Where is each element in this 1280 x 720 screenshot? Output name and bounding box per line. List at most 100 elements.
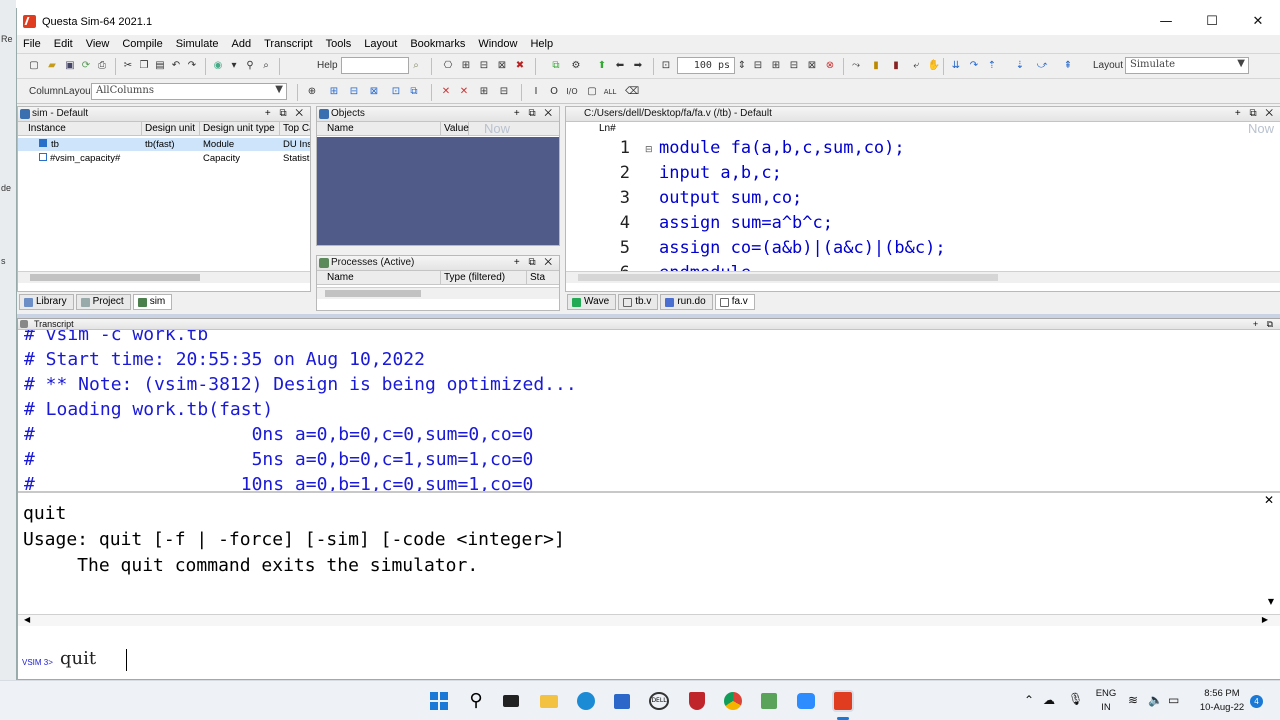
search-icon[interactable]: ⚲ <box>465 690 487 712</box>
tab-project[interactable]: Project <box>75 294 131 310</box>
menu-view[interactable]: View <box>80 38 117 50</box>
save-icon[interactable]: ▣ <box>63 59 77 73</box>
column-type[interactable]: Type (filtered) <box>441 271 527 285</box>
wave-tool-icon[interactable]: ⊠ <box>367 85 381 99</box>
menu-compile[interactable]: Compile <box>116 38 169 50</box>
clock-date[interactable]: 10-Aug-22 <box>1196 702 1248 713</box>
menu-layout[interactable]: Layout <box>358 38 404 50</box>
filter-box-icon[interactable]: ▢ <box>585 85 599 99</box>
menu-simulate[interactable]: Simulate <box>170 38 226 50</box>
column-instance[interactable]: Instance <box>18 122 142 136</box>
filter-i-icon[interactable]: I <box>529 85 543 99</box>
run-length-stepper[interactable]: ⇕ <box>735 59 749 73</box>
column-design-unit[interactable]: Design unit <box>142 122 200 136</box>
filter-all-icon[interactable]: ALL <box>603 85 617 99</box>
sim-tool-icon[interactable]: ⊞ <box>459 59 473 73</box>
wave-options-icon[interactable]: ⚙ <box>569 59 583 73</box>
column-design-unit-type[interactable]: Design unit type <box>200 122 280 136</box>
step-options-icon[interactable]: ⤻ <box>1035 59 1049 73</box>
notification-badge[interactable]: 4 <box>1250 695 1263 708</box>
print-icon[interactable]: ⎙ <box>95 59 109 73</box>
copy-icon[interactable]: ❐ <box>137 59 151 73</box>
tab-wave[interactable]: Wave <box>567 294 617 310</box>
source-line[interactable]: 5 assign co=(a&b)|(a&c)|(b&c); <box>566 236 1266 261</box>
step-over-arc-icon[interactable]: ↷ <box>967 59 981 73</box>
store-icon[interactable] <box>611 690 633 712</box>
filter-icon[interactable]: ⊟ <box>497 85 511 99</box>
find-icon[interactable]: ⚲ <box>243 59 257 73</box>
chrome-icon[interactable] <box>722 690 744 712</box>
add-wave-icon[interactable]: ⧉ <box>549 59 563 73</box>
layout-select[interactable]: Simulate ▼ <box>1125 57 1249 74</box>
hand-icon[interactable]: ✋ <box>927 59 941 73</box>
step-down-dropdown-icon[interactable]: ⇣ <box>1013 59 1027 73</box>
menu-tools[interactable]: Tools <box>320 38 359 50</box>
task-view-icon[interactable] <box>500 690 522 712</box>
compile-icon[interactable]: ◉ <box>211 59 225 73</box>
close-icon[interactable]: ✕ <box>1264 493 1274 507</box>
help-search-input[interactable] <box>341 57 409 74</box>
column-layout-select[interactable]: AllColumns ▼ <box>91 83 287 100</box>
pane-controls-icon[interactable]: + ⧉ <box>1253 319 1276 329</box>
restart-icon[interactable]: ⊡ <box>659 59 673 73</box>
cut-icon[interactable]: ✂ <box>121 59 135 73</box>
step-out-icon[interactable]: ▮ <box>889 59 903 73</box>
questa-taskbar-icon[interactable] <box>832 690 854 712</box>
file-explorer-icon[interactable] <box>538 690 560 712</box>
run-all-icon[interactable]: ⊟ <box>787 59 801 73</box>
step-back-icon[interactable]: ⤶ <box>909 59 923 73</box>
help-search-icon[interactable]: ⌕ <box>409 59 423 73</box>
filter-io-icon[interactable]: I/O <box>565 85 579 99</box>
step-up-icon[interactable]: ⇡ <box>985 59 999 73</box>
pane-controls-icon[interactable]: + ⧉ ✕ <box>514 107 555 121</box>
tab-sim[interactable]: sim <box>132 294 173 310</box>
column-now[interactable]: Now <box>481 122 541 136</box>
pane-controls-icon[interactable]: + ⧉ ✕ <box>514 256 555 270</box>
filter-o-icon[interactable]: O <box>547 85 561 99</box>
source-line[interactable]: 6 endmodule <box>566 261 1266 271</box>
menu-transcript[interactable]: Transcript <box>258 38 320 50</box>
maximize-button[interactable]: ☐ <box>1189 8 1235 35</box>
clock-time[interactable]: 8:56 PM <box>1196 688 1248 699</box>
cloud-icon[interactable]: ☁ <box>1043 693 1055 707</box>
run-icon[interactable]: ⊟ <box>751 59 765 73</box>
back-arrow-icon[interactable]: ⬅ <box>613 59 627 73</box>
source-line[interactable]: 2 input a,b,c; <box>566 161 1266 186</box>
wave-tool-icon[interactable]: ⧉ <box>407 85 421 99</box>
menu-add[interactable]: Add <box>226 38 259 50</box>
wifi-icon[interactable]: ≋ <box>1128 693 1138 707</box>
edge-browser-icon[interactable] <box>575 690 597 712</box>
wave-tool-icon[interactable]: ⊡ <box>389 85 403 99</box>
wave-tool-icon[interactable]: ⊞ <box>327 85 341 99</box>
sim-tool-icon[interactable]: ⎔ <box>441 59 455 73</box>
pane-controls-icon[interactable]: + ⧉ ✕ <box>265 107 306 121</box>
merge-icon[interactable]: ✕ <box>457 85 471 99</box>
tab-library[interactable]: Library <box>19 294 74 310</box>
column-top-category[interactable]: Top Ca <box>280 122 310 136</box>
menu-edit[interactable]: Edit <box>48 38 80 50</box>
tab-run-do[interactable]: run.do <box>660 294 713 310</box>
wave-tool-icon[interactable]: ⊟ <box>347 85 361 99</box>
menu-help[interactable]: Help <box>524 38 560 50</box>
menu-bookmarks[interactable]: Bookmarks <box>404 38 472 50</box>
filter-clear-icon[interactable]: ⌫ <box>625 85 639 99</box>
scrollbar-thumb[interactable] <box>30 274 200 281</box>
table-row[interactable]: tb tb(fast) Module DU Ins <box>18 138 310 151</box>
sim-tool-icon[interactable]: ⊠ <box>495 59 509 73</box>
stop-icon[interactable]: ⊗ <box>823 59 837 73</box>
notepad-icon[interactable] <box>758 690 780 712</box>
windows-start-icon[interactable] <box>428 690 450 712</box>
redo-icon[interactable]: ↷ <box>185 59 199 73</box>
undo-icon[interactable]: ↶ <box>169 59 183 73</box>
processes-horizontal-scrollbar[interactable] <box>317 287 559 299</box>
tab-tb-v[interactable]: tb.v <box>618 294 659 310</box>
source-line[interactable]: 4 assign sum=a^b^c; <box>566 211 1266 236</box>
reload-icon[interactable]: ⟳ <box>79 59 93 73</box>
language-indicator-top[interactable]: ENG <box>1094 688 1118 699</box>
step-top-icon[interactable]: ⇞ <box>1061 59 1075 73</box>
sim-tool-icon[interactable]: ⊟ <box>477 59 491 73</box>
forward-arrow-icon[interactable]: ➡ <box>631 59 645 73</box>
run-length-input[interactable] <box>677 57 735 74</box>
language-indicator-bottom[interactable]: IN <box>1094 702 1118 713</box>
scrollbar-thumb[interactable] <box>325 290 421 297</box>
